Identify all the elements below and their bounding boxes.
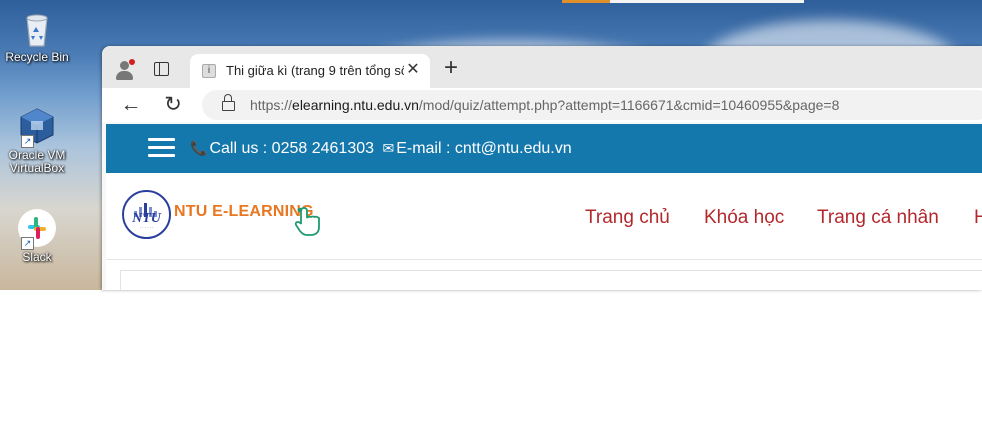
quiz-content-panel bbox=[120, 270, 982, 290]
tab-actions-icon[interactable] bbox=[154, 62, 169, 76]
site-header: NTU · · · · · · NTU E-LEARNING Trang chủ… bbox=[106, 173, 982, 260]
virtualbox-icon: ↗ bbox=[17, 106, 57, 148]
browser-tab[interactable]: i Thi giữa kì (trang 9 trên tổng số 3 ✕ bbox=[190, 54, 430, 88]
desktop-icon-label: Slack bbox=[22, 250, 52, 264]
url-text: https://elearning.ntu.edu.vn/mod/quiz/at… bbox=[250, 97, 840, 113]
desktop-icon-label: Oracle VM VirtualBox bbox=[8, 148, 66, 175]
site-topbar: 📞 Call us : 0258 2461303 ✉ E-mail : cntt@n… bbox=[106, 124, 982, 173]
page-icon: i bbox=[202, 64, 216, 78]
nav-more[interactable]: H bbox=[974, 207, 982, 229]
desktop-icon-virtualbox[interactable]: ↗ Oracle VM VirtualBox bbox=[4, 106, 70, 175]
envelope-icon: ✉ bbox=[382, 140, 395, 156]
phone-text: Call us : 0258 2461303 bbox=[209, 140, 375, 157]
wallpaper-window-edge bbox=[562, 0, 804, 3]
reload-icon[interactable]: ↻ bbox=[160, 92, 186, 118]
page-viewport: 📞 Call us : 0258 2461303 ✉ E-mail : cntt@n… bbox=[106, 124, 982, 290]
new-tab-button[interactable]: + bbox=[438, 56, 464, 82]
contact-info: 📞 Call us : 0258 2461303 ✉ E-mail : cntt@n… bbox=[190, 140, 572, 158]
logo-text[interactable]: NTU E-LEARNING bbox=[174, 203, 314, 221]
desktop-icon-recycle-bin[interactable]: Recycle Bin bbox=[4, 8, 70, 64]
back-arrow-icon[interactable]: ← bbox=[118, 92, 144, 118]
menu-icon[interactable] bbox=[148, 138, 175, 158]
tab-bar: i Thi giữa kì (trang 9 trên tổng số 3 ✕ … bbox=[102, 46, 982, 88]
logo-emblem-subtext: · · · · · · bbox=[139, 225, 154, 230]
shortcut-arrow-icon: ↗ bbox=[21, 237, 34, 250]
desktop-icon-label: Recycle Bin bbox=[5, 50, 69, 64]
empty-screen-area bbox=[0, 290, 982, 440]
phone-icon: 📞 bbox=[190, 140, 208, 156]
address-bar[interactable]: https://elearning.ntu.edu.vn/mod/quiz/at… bbox=[202, 90, 982, 120]
shortcut-arrow-icon: ↗ bbox=[21, 135, 34, 148]
nav-home[interactable]: Trang chủ bbox=[585, 207, 670, 229]
profile-icon[interactable] bbox=[114, 59, 136, 81]
browser-window: i Thi giữa kì (trang 9 trên tổng số 3 ✕ … bbox=[102, 46, 982, 290]
toolbar: ← ↻ https://elearning.ntu.edu.vn/mod/qui… bbox=[102, 88, 982, 122]
tab-title: Thi giữa kì (trang 9 trên tổng số 3 bbox=[226, 63, 404, 78]
lock-icon[interactable] bbox=[222, 94, 235, 111]
recycle-bin-icon bbox=[17, 8, 57, 48]
ntu-logo-emblem[interactable]: NTU · · · · · · bbox=[122, 190, 171, 239]
slack-icon: ↗ bbox=[17, 208, 57, 250]
desktop-icon-slack[interactable]: ↗ Slack bbox=[4, 208, 70, 264]
email-text[interactable]: E-mail : cntt@ntu.edu.vn bbox=[396, 140, 571, 157]
close-icon[interactable]: ✕ bbox=[404, 61, 422, 79]
nav-profile[interactable]: Trang cá nhân bbox=[817, 207, 939, 229]
pointer-hand-icon bbox=[294, 207, 322, 237]
nav-courses[interactable]: Khóa học bbox=[704, 207, 784, 229]
